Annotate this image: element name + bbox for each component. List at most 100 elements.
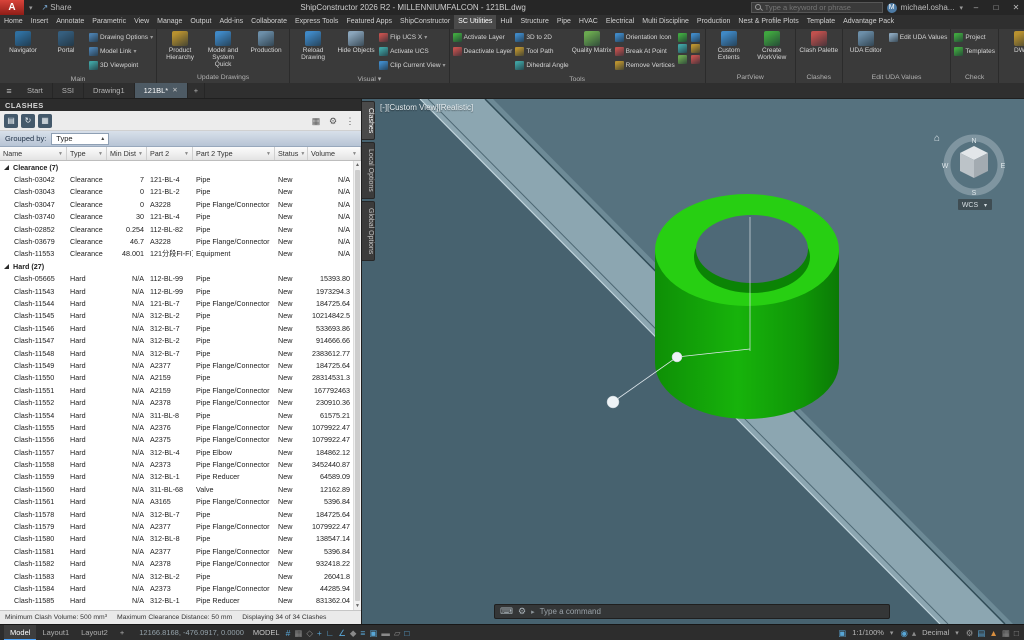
- filter-icon[interactable]: ▼: [184, 151, 189, 157]
- table-row[interactable]: Clash-11585 Hard N/A 312-BL-1 Pipe Reduc…: [0, 595, 353, 607]
- selection-cycling-icon[interactable]: □: [403, 625, 410, 640]
- compass-west-label[interactable]: W: [942, 163, 949, 170]
- filter-icon[interactable]: ▼: [300, 151, 305, 157]
- scroll-down-icon[interactable]: ▼: [354, 602, 361, 610]
- viewcube-home-icon[interactable]: ⌂: [934, 133, 940, 144]
- chevron-down-icon[interactable]: ▾: [28, 4, 34, 12]
- chevron-down-icon[interactable]: ▾: [954, 629, 960, 637]
- ribbon-tab[interactable]: Annotate: [52, 15, 88, 29]
- production-button[interactable]: Production: [246, 31, 286, 54]
- annotation-scale-button[interactable]: 1:1/100%: [852, 628, 884, 637]
- clash-palette-button[interactable]: Clash Palette: [799, 31, 839, 54]
- viewport-display-icon[interactable]: ▣: [837, 625, 847, 640]
- table-row[interactable]: Clearance (7): [0, 161, 353, 173]
- tool-extra-2-icon-button[interactable]: [691, 33, 702, 42]
- table-row[interactable]: Clash-03042 Clearance 7 121-BL-4 Pipe Ne…: [0, 173, 353, 185]
- dihedral-angle-button[interactable]: Dihedral Angle: [515, 59, 568, 72]
- ribbon-tab[interactable]: SC Utilities: [454, 15, 496, 29]
- drawing-options-button[interactable]: Drawing Options▾: [89, 31, 153, 44]
- table-row[interactable]: Clash-11581 Hard N/A A2377 Pipe Flange/C…: [0, 545, 353, 557]
- table-row[interactable]: Clash-03047 Clearance 0 A3228 Pipe Flang…: [0, 198, 353, 210]
- ribbon-tab[interactable]: Pipe: [553, 15, 575, 29]
- 3d-to-2d-button[interactable]: 3D to 2D: [515, 31, 568, 44]
- ribbon-tab[interactable]: Collaborate: [247, 15, 291, 29]
- scrollbar-thumb[interactable]: [355, 170, 360, 601]
- quality-matrix-button[interactable]: Quality Matrix: [572, 31, 612, 54]
- ribbon-tab[interactable]: HVAC: [575, 15, 602, 29]
- polar-tracking-icon[interactable]: ∠: [337, 625, 347, 640]
- avatar[interactable]: M: [887, 3, 897, 13]
- annotation-visibility-icon[interactable]: ◉: [899, 625, 908, 640]
- custom-extents-button[interactable]: Custom Extents: [709, 31, 749, 61]
- workspace-gear-icon[interactable]: ⚙: [965, 625, 975, 640]
- column-header[interactable]: Type ▼: [67, 147, 107, 160]
- customize-icon[interactable]: ⚙: [518, 604, 526, 619]
- column-header[interactable]: Part 2 ▼: [147, 147, 193, 160]
- table-row[interactable]: Clash-11543 Hard N/A 112-BL-99 Pipe New …: [0, 285, 353, 297]
- create-workview-button[interactable]: Create WorkView: [752, 31, 792, 61]
- column-header[interactable]: Status ▼: [275, 147, 308, 160]
- table-row[interactable]: Clash-11551 Hard N/A A2159 Pipe Flange/C…: [0, 384, 353, 396]
- table-row[interactable]: Clash-11560 Hard N/A 311-BL-68 Valve New…: [0, 483, 353, 495]
- app-logo[interactable]: A: [0, 0, 24, 15]
- ribbon-tab[interactable]: Output: [186, 15, 215, 29]
- vertical-scrollbar[interactable]: ▲ ▼: [353, 161, 361, 610]
- table-row[interactable]: Hard (27): [0, 260, 353, 272]
- tool-extra-6-icon-button[interactable]: [691, 55, 702, 64]
- table-row[interactable]: Clash-11544 Hard N/A 121-BL-7 Pipe Flang…: [0, 297, 353, 309]
- filter-icon[interactable]: ▼: [58, 151, 63, 157]
- group-row[interactable]: Clearance (7): [0, 163, 58, 172]
- table-row[interactable]: Clash-11550 Hard N/A A2159 Pipe New 2831…: [0, 372, 353, 384]
- clash-palette-header[interactable]: CLASHES: [0, 99, 361, 111]
- table-row[interactable]: Clash-11549 Hard N/A A2377 Pipe Flange/C…: [0, 359, 353, 371]
- table-row[interactable]: Clash-11548 Hard N/A 312-BL-7 Pipe New 2…: [0, 347, 353, 359]
- layout-tab[interactable]: +: [114, 625, 130, 640]
- ribbon-tab[interactable]: Parametric: [88, 15, 130, 29]
- tool-extra-3-icon-button[interactable]: [678, 44, 689, 53]
- ribbon-tab[interactable]: Manage: [153, 15, 186, 29]
- model-space-toggle[interactable]: MODEL: [253, 628, 280, 637]
- expand-triangle-icon[interactable]: [4, 165, 9, 170]
- ribbon-tab[interactable]: Add-ins: [215, 15, 247, 29]
- viewport-controls-label[interactable]: [-][Custom View][Realistic]: [380, 103, 473, 112]
- clash-point-marker[interactable]: [672, 352, 682, 362]
- expand-triangle-icon[interactable]: [4, 264, 9, 269]
- column-header[interactable]: Min Dist ▼: [107, 147, 147, 160]
- filter-icon[interactable]: ▼: [138, 151, 143, 157]
- refresh-clashes-icon[interactable]: ↻: [21, 114, 35, 128]
- ribbon-tab[interactable]: Multi Discipline: [638, 15, 693, 29]
- annotation-monitor-icon[interactable]: ▤: [976, 625, 986, 640]
- layout-tab[interactable]: Layout1: [36, 625, 75, 640]
- table-row[interactable]: Clash-11545 Hard N/A 312-BL-2 Pipe New 1…: [0, 310, 353, 322]
- palette-side-tab[interactable]: Local Options: [362, 142, 375, 199]
- filter-icon[interactable]: ▼: [266, 151, 271, 157]
- ortho-mode-icon[interactable]: ∟: [325, 625, 335, 640]
- ribbon-tab[interactable]: Insert: [27, 15, 53, 29]
- search-input[interactable]: [765, 3, 879, 12]
- table-row[interactable]: Clash-11558 Hard N/A A2373 Pipe Flange/C…: [0, 458, 353, 470]
- model-link-button[interactable]: Model Link▾: [89, 45, 153, 58]
- filter-icon[interactable]: ▼: [352, 151, 357, 157]
- layout-tab[interactable]: Layout2: [75, 625, 114, 640]
- command-input[interactable]: Type a command: [540, 607, 601, 616]
- hide-objects-button[interactable]: Hide Objects: [336, 31, 376, 54]
- search-box[interactable]: [751, 2, 883, 13]
- ribbon-tab[interactable]: Electrical: [602, 15, 638, 29]
- tool-extra-1-icon-button[interactable]: [678, 33, 689, 42]
- export-clashes-icon[interactable]: ▦: [38, 114, 52, 128]
- document-tab[interactable]: SSI: [53, 83, 84, 98]
- column-header[interactable]: Volume ▼: [308, 147, 361, 160]
- close-icon[interactable]: ✕: [172, 83, 177, 99]
- ucs-label[interactable]: WCS: [962, 202, 979, 209]
- table-row[interactable]: Clash-11556 Hard N/A A2375 Pipe Flange/C…: [0, 434, 353, 446]
- uda-editor-button[interactable]: UDA Editor: [846, 31, 886, 54]
- command-bar[interactable]: ⌨ ⚙ ▸ Type a command: [494, 604, 890, 619]
- ribbon-tab[interactable]: Featured Apps: [342, 15, 396, 29]
- drawing-viewport[interactable]: N E S W ⌂ WCS ▾ [-][Custom View][Realist…: [362, 99, 1024, 624]
- document-tab[interactable]: Drawing1: [84, 83, 135, 98]
- maximize-button[interactable]: □: [988, 0, 1004, 15]
- chevron-down-icon[interactable]: ▾: [889, 629, 895, 637]
- groupby-select[interactable]: Type ▴: [51, 133, 109, 145]
- table-row[interactable]: Clash-11559 Hard N/A 312-BL-1 Pipe Reduc…: [0, 471, 353, 483]
- compass-north-label[interactable]: N: [971, 138, 976, 145]
